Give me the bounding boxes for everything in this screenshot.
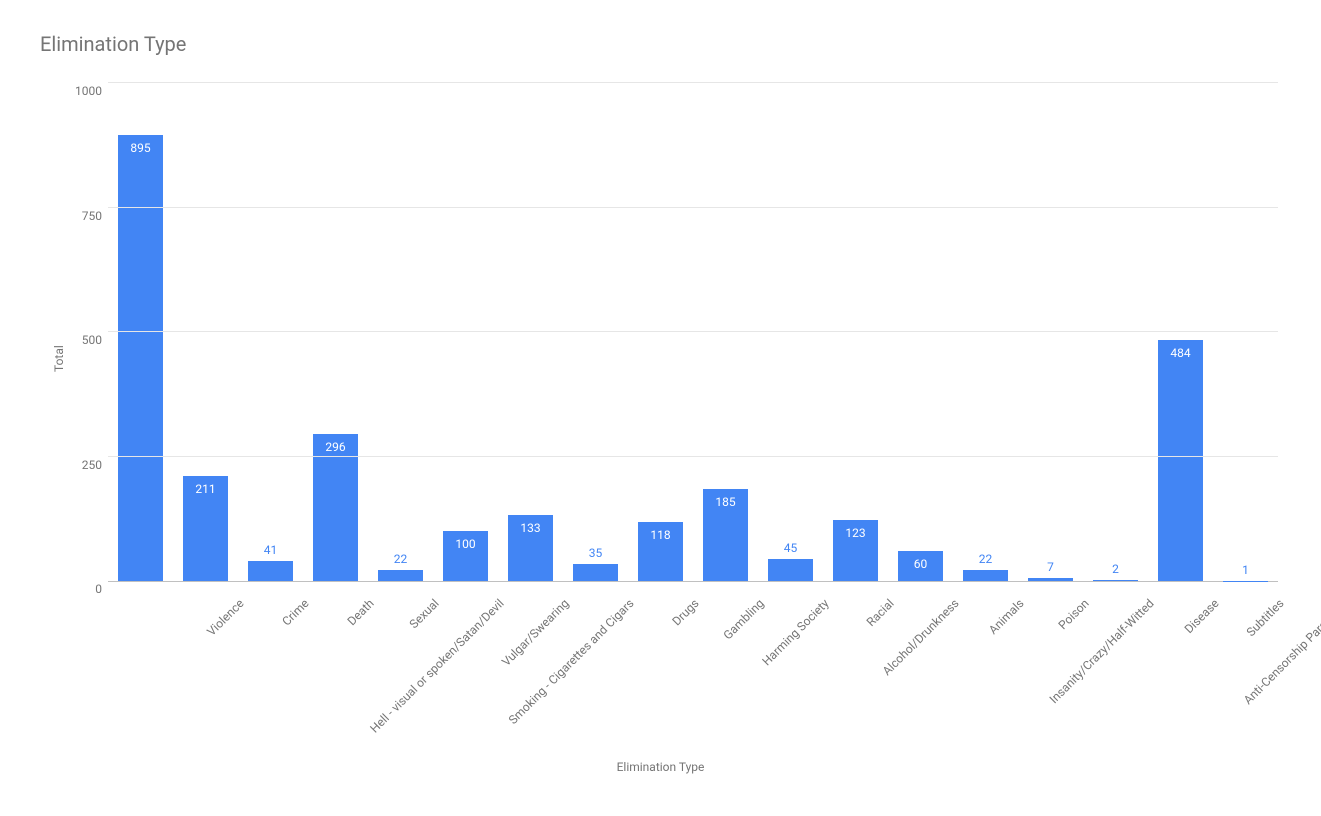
x-label-slot: Racial [758, 586, 823, 726]
bar-slot: 133 [498, 84, 563, 581]
bar-value-label: 22 [979, 552, 993, 566]
bar: 211 [183, 476, 229, 581]
x-label-slot: Disease [1083, 586, 1148, 726]
bar-slot: 118 [628, 84, 693, 581]
plot-area: 895 211 41 296 22 100 133 35 118 185 45 123 60 22 7 2 48… [108, 84, 1278, 582]
bar-slot: 211 [173, 84, 238, 581]
x-label-slot: Anti-Censorship Paragraph [1213, 586, 1278, 726]
bar-slot: 45 [758, 84, 823, 581]
bar-slot: 484 [1148, 84, 1213, 581]
bar-slot: 296 [303, 84, 368, 581]
bar: 45 [768, 559, 814, 581]
bar-slot: 41 [238, 84, 303, 581]
x-label-slot: Alcohol/Drunkness [823, 586, 888, 726]
gridline [108, 82, 1278, 83]
bar-value-label: 22 [394, 552, 408, 566]
bar: 185 [703, 489, 749, 581]
bar-value-label: 118 [650, 528, 670, 542]
bar-slot: 60 [888, 84, 953, 581]
bar: 100 [443, 531, 489, 581]
x-label-slot: Insanity/Crazy/Half-Witted [1018, 586, 1083, 726]
x-label-slot: Smoking - Cigarettes and Cigars [498, 586, 563, 726]
bar-slot: 35 [563, 84, 628, 581]
bar-value-label: 211 [195, 482, 215, 496]
bar-slot: 2 [1083, 84, 1148, 581]
bar-value-label: 895 [130, 141, 150, 155]
bar-slot: 7 [1018, 84, 1083, 581]
bar-value-label: 123 [845, 526, 865, 540]
bar-slot: 22 [368, 84, 433, 581]
bar-value-label: 60 [914, 557, 928, 571]
x-label-slot: Death [238, 586, 303, 726]
bar: 895 [118, 135, 164, 581]
x-label-slot: Drugs [563, 586, 628, 726]
bar: 60 [898, 551, 944, 581]
bar-value-label: 45 [784, 541, 798, 555]
bar-value-label: 2 [1112, 562, 1119, 576]
x-tick-labels: ViolenceCrimeDeathSexualHell - visual or… [108, 586, 1278, 726]
chart-container: Elimination Type Total 89521141296221001… [40, 32, 1280, 726]
bar-value-label: 41 [264, 543, 278, 557]
y-axis-label: Total [52, 345, 66, 372]
x-label-slot: Subtitles [1148, 586, 1213, 726]
bar: 41 [248, 561, 294, 581]
x-label-slot: Vulgar/Swearing [433, 586, 498, 726]
bar-slot: 123 [823, 84, 888, 581]
bar-value-label: 185 [715, 495, 735, 509]
bar-slot: 22 [953, 84, 1018, 581]
bar-value-label: 484 [1170, 346, 1190, 360]
bar: 133 [508, 515, 554, 581]
bar-value-label: 35 [589, 546, 603, 560]
bar: 35 [573, 564, 619, 581]
x-label-slot: Sexual [303, 586, 368, 726]
x-label-slot: Harming Society [693, 586, 758, 726]
x-label-slot: Crime [173, 586, 238, 726]
bar-slot: 1 [1213, 84, 1278, 581]
bar-value-label: 1 [1242, 563, 1249, 577]
bar-slot: 100 [433, 84, 498, 581]
bar-value-label: 100 [455, 537, 475, 551]
bar-slot: 895 [108, 84, 173, 581]
bar: 118 [638, 522, 684, 581]
gridline [108, 207, 1278, 208]
bar: 22 [963, 570, 1009, 581]
chart-title: Elimination Type [40, 32, 1280, 56]
x-label-slot: Violence [108, 586, 173, 726]
bar: 123 [833, 520, 879, 581]
x-tick-label: Anti-Censorship Paragraph [1204, 592, 1321, 743]
bar-value-label: 7 [1047, 560, 1054, 574]
x-label-slot: Gambling [628, 586, 693, 726]
bars-group: 895 211 41 296 22 100 133 35 118 185 45 123 60 22 7 2 48… [108, 84, 1278, 581]
bar-value-label: 133 [520, 521, 540, 535]
bar: 7 [1028, 578, 1074, 581]
bar: 2 [1093, 580, 1139, 581]
x-label-slot: Poison [953, 586, 1018, 726]
bar-value-label: 296 [325, 440, 345, 454]
bar-slot: 185 [693, 84, 758, 581]
x-label-slot: Hell - visual or spoken/Satan/Devil [368, 586, 433, 726]
x-label-slot: Animals [888, 586, 953, 726]
x-axis-label: Elimination Type [0, 760, 1321, 774]
bar: 484 [1158, 340, 1204, 581]
bar: 22 [378, 570, 424, 581]
gridline [108, 331, 1278, 332]
gridline [108, 456, 1278, 457]
